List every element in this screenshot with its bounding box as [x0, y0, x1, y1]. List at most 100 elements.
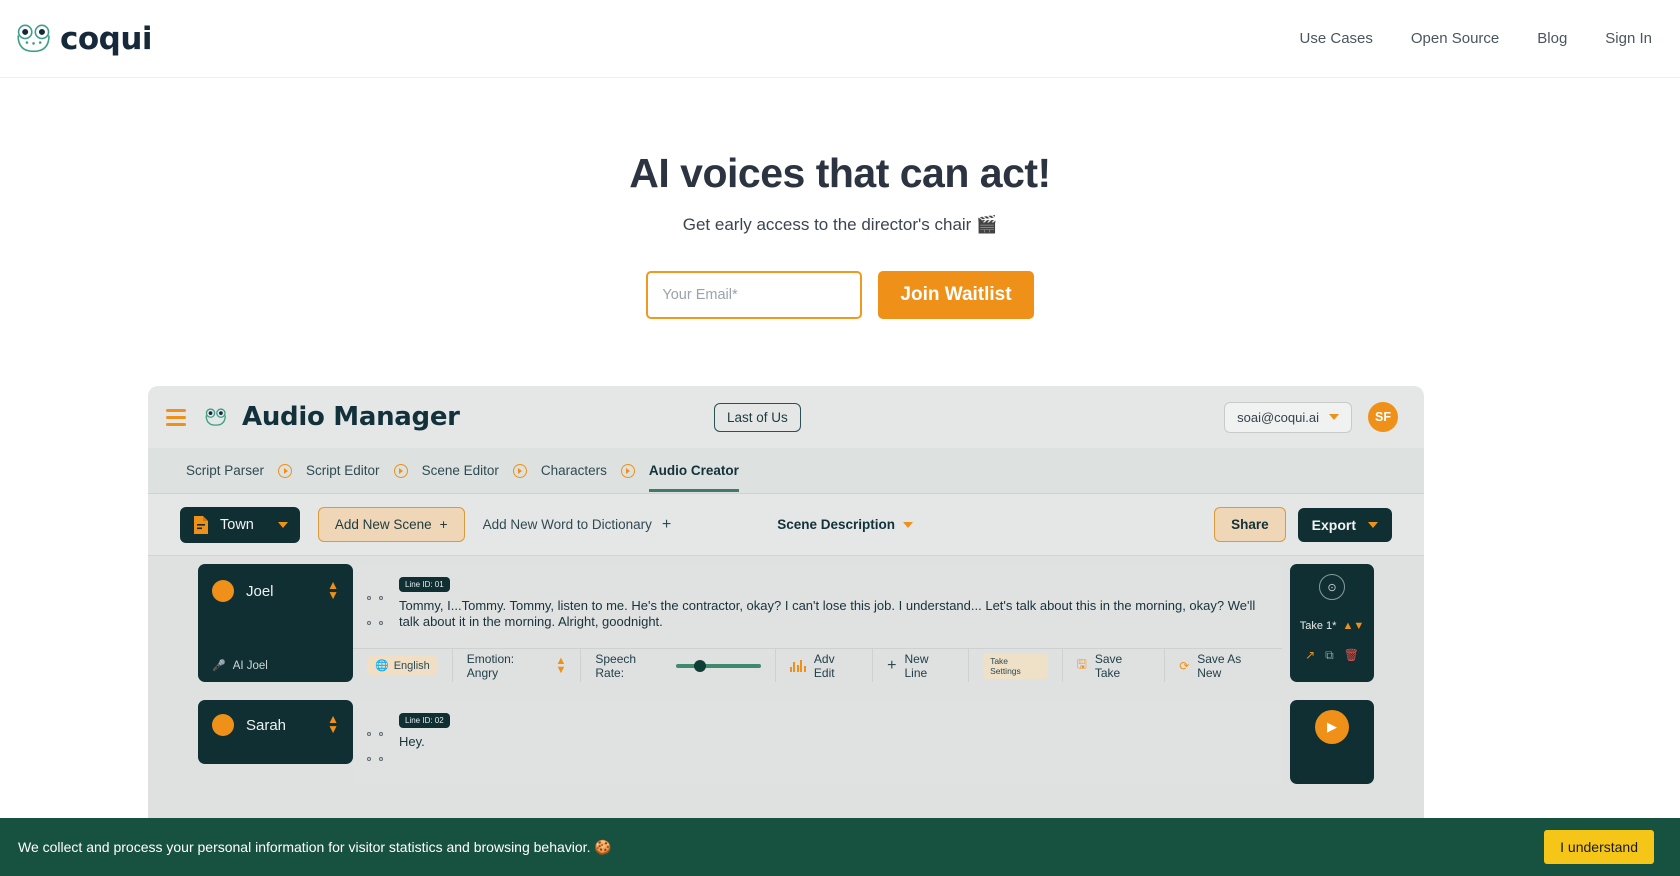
- nav-link-sign-in[interactable]: Sign In: [1605, 30, 1652, 47]
- save-icon: 🖫: [1077, 655, 1087, 676]
- line-controls: 🌐 English Emotion: Angry ▲▼ Speech Rate:: [353, 648, 1282, 682]
- add-word-to-dictionary-button[interactable]: Add New Word to Dictionary +: [483, 516, 672, 534]
- save-as-new-label: Save As New: [1197, 652, 1268, 680]
- landing-page: coqui Use Cases Open Source Blog Sign In…: [0, 0, 1680, 876]
- hamburger-icon[interactable]: [166, 409, 186, 426]
- tab-scene-editor[interactable]: Scene Editor: [422, 463, 499, 478]
- adv-edit-button[interactable]: Adv Edit: [776, 649, 873, 682]
- account-email: soai@coqui.ai: [1237, 410, 1319, 425]
- add-new-scene-label: Add New Scene: [335, 517, 432, 532]
- share-button[interactable]: Share: [1214, 507, 1286, 542]
- account-dropdown[interactable]: soai@coqui.ai: [1224, 402, 1352, 433]
- line-text-area: Line ID: 01 Tommy, I...Tommy. Tommy, lis…: [353, 564, 1282, 648]
- line-content: Line ID: 02 Hey.: [399, 710, 1270, 776]
- avatar[interactable]: SF: [1368, 402, 1398, 432]
- take-selector[interactable]: Take 1* ▲▼: [1300, 620, 1364, 632]
- take-settings-label: Take Settings: [983, 653, 1048, 679]
- save-as-new-button[interactable]: ⟳ Save As New: [1165, 649, 1282, 682]
- line-content: Line ID: 01 Tommy, I...Tommy. Tommy, lis…: [399, 574, 1270, 640]
- language-control[interactable]: 🌐 English: [353, 649, 453, 682]
- cookie-consent-banner: We collect and process your personal inf…: [0, 818, 1680, 876]
- emotion-control[interactable]: Emotion: Angry ▲▼: [453, 649, 582, 682]
- line-id-badge: Line ID: 02: [399, 713, 450, 728]
- add-word-label: Add New Word to Dictionary: [483, 517, 652, 532]
- tab-script-editor[interactable]: Script Editor: [306, 463, 380, 478]
- export-label: Export: [1312, 517, 1356, 533]
- character-avatar: [212, 580, 234, 602]
- expand-icon[interactable]: ↗: [1305, 648, 1315, 663]
- app-preview-panel: Audio Manager Last of Us soai@coqui.ai S…: [148, 386, 1424, 856]
- take-panel: ▶: [1290, 700, 1374, 784]
- scene-selector-label: Town: [220, 517, 254, 533]
- line-block: Line ID: 01 Tommy, I...Tommy. Tommy, lis…: [353, 564, 1282, 682]
- refresh-icon: ⟳: [1179, 659, 1189, 673]
- speech-rate-label: Speech Rate:: [595, 652, 667, 680]
- drag-handle-icon[interactable]: [367, 574, 389, 640]
- play-icon[interactable]: ▶: [1315, 710, 1349, 744]
- character-stepper[interactable]: ▲▼: [327, 581, 339, 600]
- project-chip[interactable]: Last of Us: [714, 403, 801, 432]
- drag-handle-icon[interactable]: [367, 710, 389, 776]
- tab-audio-creator[interactable]: Audio Creator: [649, 463, 739, 478]
- adv-edit-label: Adv Edit: [814, 652, 858, 680]
- line-id-badge: Line ID: 01: [399, 577, 450, 592]
- scene-description-label: Scene Description: [777, 517, 895, 532]
- waitlist-form: Join Waitlist: [0, 271, 1680, 319]
- waveform-icon: [790, 660, 806, 672]
- microphone-icon: 🎤: [212, 659, 226, 672]
- join-waitlist-button[interactable]: Join Waitlist: [878, 271, 1033, 319]
- cookie-accept-button[interactable]: I understand: [1544, 830, 1654, 864]
- character-card[interactable]: Joel ▲▼ 🎤 AI Joel: [198, 564, 353, 682]
- language-label: English: [394, 660, 430, 672]
- character-name: Sarah: [246, 717, 315, 734]
- export-button[interactable]: Export: [1298, 508, 1392, 542]
- line-text[interactable]: Tommy, I...Tommy. Tommy, listen to me. H…: [399, 598, 1270, 631]
- chevron-down-icon: [903, 522, 913, 528]
- slider-thumb[interactable]: [694, 660, 706, 672]
- chevron-down-icon: [1368, 522, 1378, 528]
- tab-script-parser[interactable]: Script Parser: [186, 463, 264, 478]
- app-title: Audio Manager: [242, 402, 460, 432]
- nav-link-use-cases[interactable]: Use Cases: [1300, 30, 1373, 47]
- play-take-icon[interactable]: ⊙: [1319, 574, 1345, 600]
- voice-model: 🎤 AI Joel: [212, 659, 339, 672]
- delete-icon[interactable]: 🗑: [1344, 648, 1359, 663]
- nav-link-blog[interactable]: Blog: [1537, 30, 1567, 47]
- plus-icon: +: [440, 517, 448, 532]
- character-card[interactable]: Sarah ▲▼: [198, 700, 353, 764]
- document-icon: [192, 515, 210, 535]
- take-actions: ↗ ⧉ 🗑: [1305, 648, 1359, 663]
- nav-links: Use Cases Open Source Blog Sign In: [1300, 30, 1652, 47]
- character-stepper[interactable]: ▲▼: [327, 715, 339, 734]
- language-tag: 🌐 English: [367, 656, 438, 675]
- add-new-scene-button[interactable]: Add New Scene +: [318, 507, 465, 542]
- coqui-logo[interactable]: coqui: [14, 21, 152, 57]
- line-block: Line ID: 02 Hey.: [353, 700, 1282, 784]
- top-navigation-bar: coqui Use Cases Open Source Blog Sign In: [0, 0, 1680, 78]
- stepper-icon: ▲▼: [555, 657, 566, 675]
- dialogue-row: Sarah ▲▼ Line ID: 02 Hey.: [148, 692, 1424, 784]
- take-label: Take 1*: [1300, 620, 1337, 632]
- tab-characters[interactable]: Characters: [541, 463, 607, 478]
- speech-rate-control[interactable]: Speech Rate:: [581, 649, 776, 682]
- email-input[interactable]: [646, 271, 862, 319]
- frog-icon: [14, 24, 54, 54]
- cookie-message: We collect and process your personal inf…: [18, 839, 612, 856]
- save-take-button[interactable]: 🖫 Save Take: [1063, 649, 1166, 682]
- audio-editor-body: Joel ▲▼ 🎤 AI Joel Line ID: 01: [148, 556, 1424, 856]
- chevron-right-icon: [394, 464, 408, 478]
- line-text[interactable]: Hey.: [399, 734, 1270, 750]
- nav-link-open-source[interactable]: Open Source: [1411, 30, 1499, 47]
- chevron-right-icon: [621, 464, 635, 478]
- hero-section: AI voices that can act! Get early access…: [0, 78, 1680, 319]
- copy-icon[interactable]: ⧉: [1325, 648, 1334, 663]
- save-take-label: Save Take: [1095, 652, 1150, 680]
- take-settings-button[interactable]: Take Settings: [969, 649, 1063, 682]
- logo-wordmark: coqui: [60, 21, 152, 57]
- scene-description-toggle[interactable]: Scene Description: [777, 517, 913, 532]
- speech-rate-slider[interactable]: [676, 664, 761, 668]
- scene-selector-dropdown[interactable]: Town: [180, 507, 300, 543]
- page-title: AI voices that can act!: [0, 150, 1680, 197]
- new-line-button[interactable]: + New Line: [873, 649, 969, 682]
- character-avatar: [212, 714, 234, 736]
